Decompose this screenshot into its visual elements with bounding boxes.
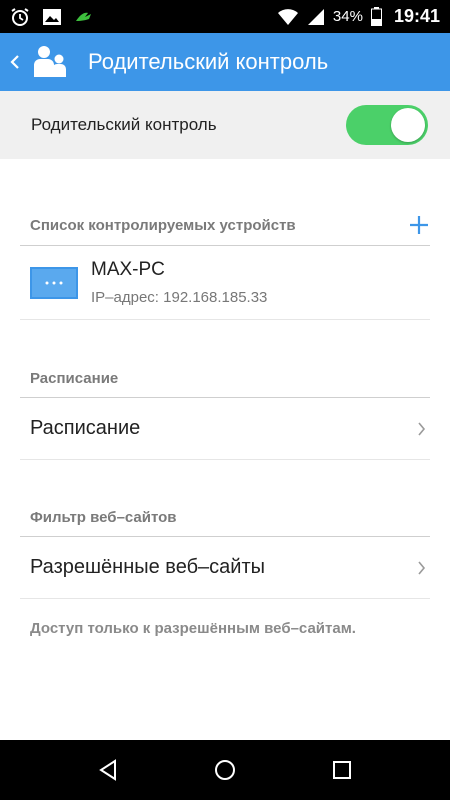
schedule-section-title: Расписание (30, 370, 119, 387)
signal-icon (307, 8, 325, 26)
battery-percent: 34% (332, 8, 363, 25)
home-nav-button[interactable] (200, 745, 250, 795)
device-item[interactable]: MAX-PC IP–адрес: 192.168.185.33 (20, 246, 430, 320)
web-filter-section-title: Фильтр веб–сайтов (30, 508, 177, 526)
devices-section-title: Список контролируемых устройств (30, 216, 296, 234)
wifi-icon (277, 8, 299, 26)
back-nav-button[interactable] (83, 745, 133, 795)
recents-nav-button[interactable] (317, 745, 367, 795)
allowed-websites-item[interactable]: Разрешённые веб–сайты (20, 537, 430, 599)
page-title: Родительский контроль (88, 49, 329, 74)
chevron-right-icon (416, 421, 426, 437)
device-name: MAX-PC (91, 259, 165, 280)
app-bar: Родительский контроль (0, 33, 450, 91)
home-circle-icon (214, 760, 235, 780)
status-bar: 34% 19:41 (0, 0, 450, 33)
back-triangle-icon (99, 759, 117, 781)
status-left (10, 7, 96, 27)
devices-section-header: Список контролируемых устройств (20, 205, 430, 246)
add-device-plus-icon[interactable] (408, 214, 430, 236)
parental-control-label: Родительский контроль (31, 115, 217, 134)
users-icon (32, 45, 68, 79)
alarm-icon (10, 7, 30, 27)
chevron-right-icon (416, 560, 426, 576)
allowed-websites-label: Разрешённые веб–сайты (30, 556, 266, 578)
recents-square-icon (332, 761, 351, 779)
web-filter-section-header: Фильтр веб–сайтов (20, 498, 430, 537)
status-right: 34% 19:41 (277, 6, 440, 27)
back-icon[interactable] (10, 50, 26, 74)
system-nav-bar (0, 740, 450, 800)
device-text: MAX-PC IP–адрес: 192.168.185.33 (91, 259, 267, 306)
schedule-section-header: Расписание (20, 360, 430, 398)
toggle-knob (391, 108, 425, 142)
device-ip: IP–адрес: 192.168.185.33 (91, 289, 268, 306)
monitor-icon (30, 266, 78, 299)
web-filter-note: Доступ только к разрешённым веб–сайтам. (30, 620, 356, 637)
schedule-label: Расписание (30, 417, 141, 439)
schedule-item[interactable]: Расписание (20, 398, 430, 460)
battery-icon (370, 7, 382, 26)
parental-control-toggle[interactable] (346, 105, 428, 145)
app-notification-icon (74, 9, 96, 25)
image-icon (42, 8, 62, 26)
clock: 19:41 (393, 6, 440, 26)
parental-control-row: Родительский контроль (0, 91, 450, 159)
